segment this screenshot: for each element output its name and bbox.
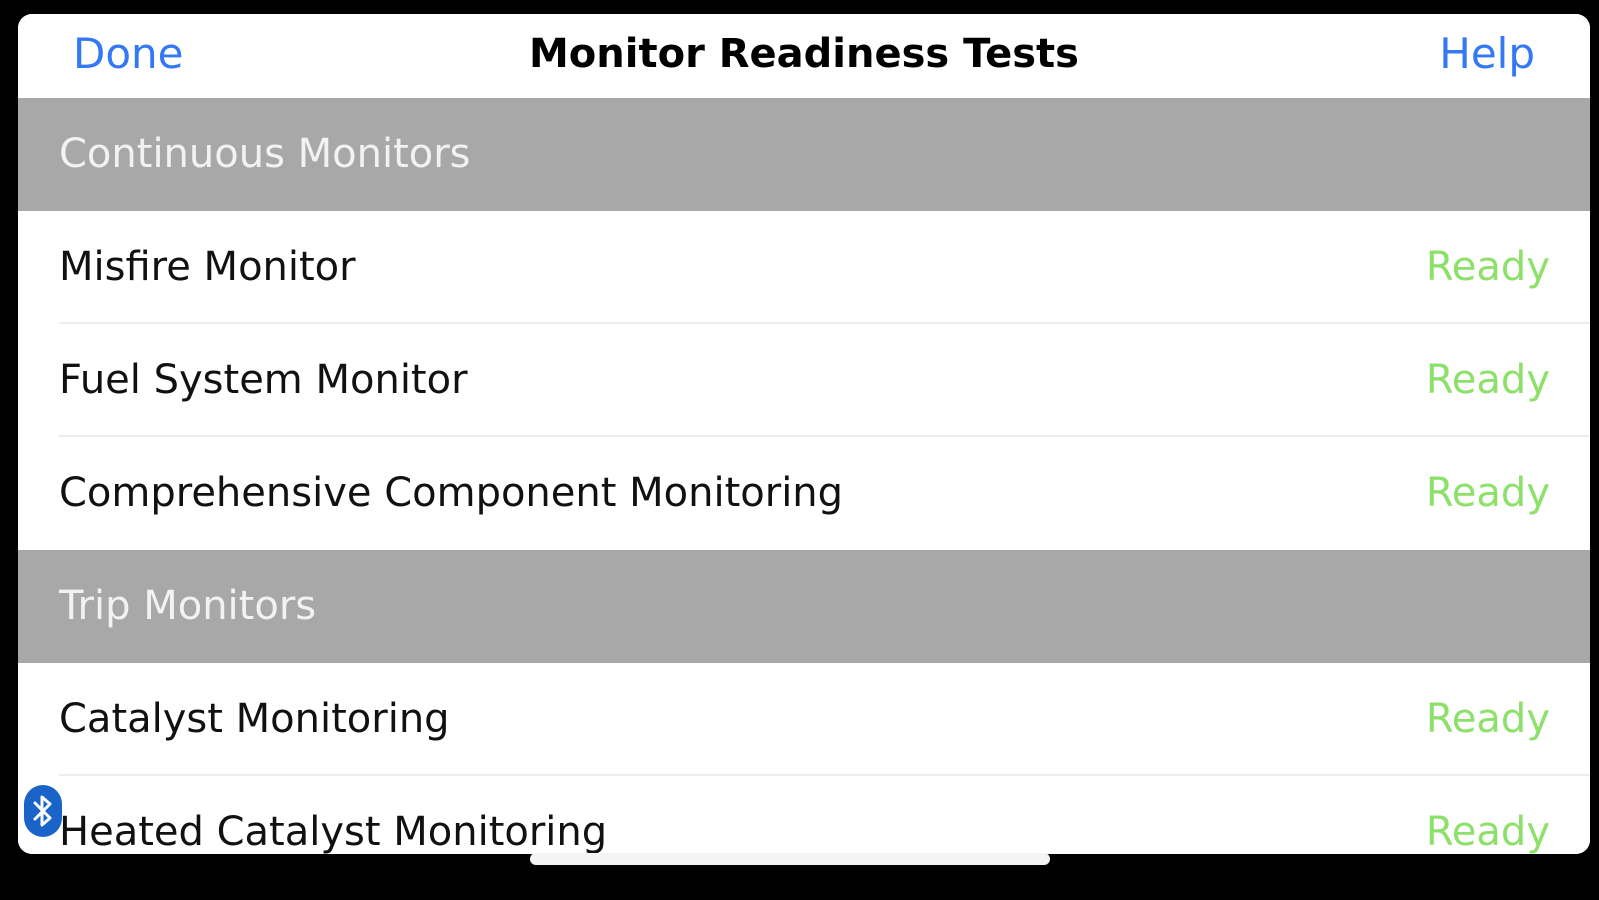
section-header-trip-monitors: Trip Monitors <box>18 550 1590 663</box>
bluetooth-icon[interactable] <box>24 785 62 837</box>
list-item-comprehensive-component-monitoring[interactable]: Comprehensive Component Monitoring Ready <box>18 437 1590 550</box>
list-item-label: Comprehensive Component Monitoring <box>59 470 844 516</box>
section-header-continuous-monitors: Continuous Monitors <box>18 98 1590 211</box>
bluetooth-glyph <box>33 795 52 827</box>
list-item-misfire-monitor[interactable]: Misfire Monitor Ready <box>18 211 1590 324</box>
status-ready: Ready <box>1425 809 1550 854</box>
list-item-label: Fuel System Monitor <box>59 357 468 403</box>
status-ready: Ready <box>1425 357 1550 403</box>
done-button[interactable]: Done <box>73 14 184 94</box>
page-title: Monitor Readiness Tests <box>529 31 1079 77</box>
list-item-catalyst-monitoring[interactable]: Catalyst Monitoring Ready <box>18 663 1590 776</box>
list-item-label: Catalyst Monitoring <box>59 696 450 742</box>
app-screen: Monitor Readiness Tests Done Help Contin… <box>18 14 1590 854</box>
list-item-label: Misfire Monitor <box>59 244 356 290</box>
list-item-fuel-system-monitor[interactable]: Fuel System Monitor Ready <box>18 324 1590 437</box>
section-header-label: Trip Monitors <box>59 583 317 629</box>
help-button[interactable]: Help <box>1439 14 1535 94</box>
list-item-heated-catalyst-monitoring[interactable]: Heated Catalyst Monitoring Ready <box>18 776 1590 854</box>
status-ready: Ready <box>1425 244 1550 290</box>
home-indicator[interactable] <box>530 853 1050 865</box>
status-ready: Ready <box>1425 470 1550 516</box>
navigation-bar: Monitor Readiness Tests Done Help <box>18 14 1590 100</box>
section-header-label: Continuous Monitors <box>59 131 471 177</box>
list-item-label: Heated Catalyst Monitoring <box>59 809 608 854</box>
status-ready: Ready <box>1425 696 1550 742</box>
